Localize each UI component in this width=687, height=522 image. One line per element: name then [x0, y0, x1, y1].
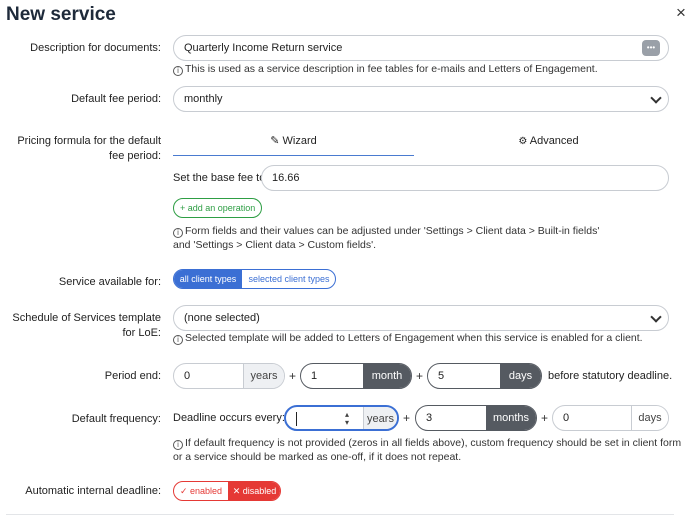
frequency-hint: i If default frequency is not provided (z… — [173, 436, 681, 464]
plus-sign: + — [541, 411, 549, 425]
internal-deadline-label: Automatic internal deadline: — [25, 485, 161, 497]
text-cursor — [296, 412, 297, 426]
frequency-days-value: 0 — [563, 412, 570, 424]
availability-label: Service available for: — [58, 276, 161, 288]
frequency-months-input[interactable]: 3 months — [415, 405, 537, 431]
fee-period-label: Default fee period: — [71, 93, 161, 105]
frequency-label: Default frequency: — [71, 413, 161, 425]
period-end-month-input[interactable]: 1 month — [300, 363, 412, 389]
tab-advanced-label: Advanced — [529, 135, 579, 147]
years-unit: years — [363, 407, 397, 429]
availability-all-option[interactable]: all client types — [174, 270, 242, 288]
period-end-days-input[interactable]: 5 days — [427, 363, 542, 389]
years-unit: years — [243, 364, 284, 388]
info-icon: i — [173, 228, 183, 238]
frequency-months-value: 3 — [426, 412, 433, 424]
schedule-value: (none selected) — [184, 312, 260, 324]
plus-sign: + — [289, 369, 297, 383]
days-unit: days — [500, 364, 541, 388]
add-operation-button[interactable]: + add an operation — [173, 198, 263, 218]
period-end-years-value: 0 — [184, 370, 191, 382]
frequency-prefix: Deadline occurs every: — [173, 412, 285, 424]
months-unit: months — [486, 406, 536, 430]
base-fee-value: 16.66 — [272, 172, 300, 184]
frequency-days-input[interactable]: 0 days — [552, 405, 669, 431]
info-icon: i — [173, 66, 183, 76]
schedule-label-line1: Schedule of Services template — [12, 312, 161, 324]
code-icon: ⚙ — [518, 136, 528, 147]
base-fee-input[interactable]: 16.66 — [261, 165, 669, 191]
description-input[interactable]: Quarterly Income Return service ••• — [173, 35, 669, 61]
close-icon[interactable]: × — [676, 4, 686, 21]
fee-period-value: monthly — [184, 93, 223, 105]
availability-selected-option[interactable]: selected client types — [242, 270, 335, 288]
fee-period-select[interactable]: monthly — [173, 86, 669, 112]
internal-deadline-toggle: ✓ enabled ✕ disabled — [173, 481, 281, 501]
month-unit: month — [363, 364, 411, 388]
dialog-title: New service — [6, 4, 116, 25]
availability-toggle: all client types selected client types — [173, 269, 336, 289]
chevron-down-icon — [650, 92, 662, 104]
period-end-suffix: before statutory deadline. — [548, 370, 673, 382]
internal-deadline-enabled-option[interactable]: ✓ enabled — [174, 482, 228, 500]
schedule-hint: i Selected template will be added to Lett… — [173, 331, 643, 345]
period-end-days-value: 5 — [438, 370, 445, 382]
schedule-label: Schedule of Services template for LoE: — [12, 311, 161, 341]
period-end-month-value: 1 — [311, 370, 318, 382]
frequency-hint-line2: or a service should be marked as one-off… — [173, 451, 462, 463]
period-end-years-input[interactable]: 0 years — [173, 363, 285, 389]
frequency-years-input[interactable]: ▴ ▾ years — [284, 405, 399, 431]
description-label: Description for documents: — [30, 42, 161, 54]
plus-sign: + — [416, 369, 424, 383]
plus-sign: + — [403, 411, 411, 425]
pricing-hint-line2: and 'Settings > Client data > Custom fie… — [173, 239, 377, 251]
tab-wizard-label: Wizard — [282, 135, 317, 147]
schedule-select[interactable]: (none selected) — [173, 305, 669, 331]
pricing-label-line2: fee period: — [109, 150, 161, 162]
description-hint-text: This is used as a service description in… — [185, 63, 598, 75]
pricing-label: Pricing formula for the default fee peri… — [17, 134, 161, 164]
info-icon: i — [173, 440, 183, 450]
description-value: Quarterly Income Return service — [184, 42, 343, 54]
spinner-icon[interactable]: ▴ ▾ — [345, 411, 349, 427]
pricing-hint-line1: Form fields and their values can be adju… — [185, 225, 600, 237]
info-icon: i — [173, 335, 183, 345]
days-unit: days — [631, 406, 668, 430]
pricing-label-line1: Pricing formula for the default — [17, 135, 161, 147]
internal-deadline-disabled-option[interactable]: ✕ disabled — [228, 482, 280, 500]
more-dots-icon[interactable]: ••• — [642, 40, 660, 56]
base-fee-label: Set the base fee to: — [173, 172, 269, 184]
footer-divider — [6, 514, 674, 515]
schedule-label-line2: for LoE: — [122, 327, 161, 339]
period-end-label: Period end: — [104, 370, 161, 382]
schedule-hint-text: Selected template will be added to Lette… — [185, 332, 643, 344]
magic-wand-icon: ✎ — [270, 135, 280, 147]
chevron-down-icon — [650, 311, 662, 323]
description-hint: i This is used as a service description i… — [173, 62, 598, 76]
frequency-hint-line1: If default frequency is not provided (ze… — [185, 437, 682, 449]
pricing-hint: i Form fields and their values can be adj… — [173, 224, 599, 252]
tab-advanced[interactable]: ⚙ Advanced — [428, 132, 669, 156]
tab-wizard[interactable]: ✎ Wizard — [173, 132, 414, 156]
